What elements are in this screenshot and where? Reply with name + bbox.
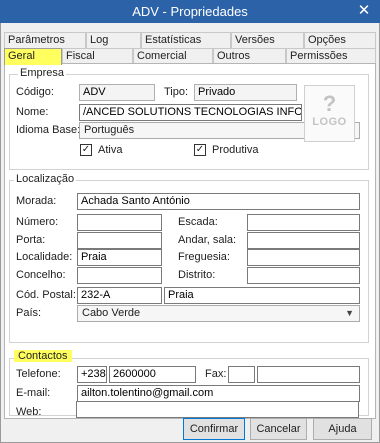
web-field[interactable] [76,401,359,418]
confirmar-button[interactable]: Confirmar [183,418,245,440]
escada-label: Escada: [178,216,218,228]
email-field[interactable]: ailton.tolentino@gmail.com [77,385,360,402]
tab-fiscal[interactable]: Fiscal [62,48,133,64]
tab-outros[interactable]: Outros [213,48,286,64]
andar-label: Andar, sala: [178,234,237,246]
freguesia-field[interactable] [247,249,360,266]
question-mark-icon: ? [322,91,337,116]
porta-field[interactable] [77,232,162,249]
ajuda-button[interactable]: Ajuda [313,418,372,440]
fax-label: Fax: [205,368,227,380]
localidade-field[interactable]: Praia [77,249,162,266]
pais-value: Cabo Verde [82,307,141,319]
produtiva-checkbox[interactable]: ✓ [194,144,206,156]
escada-field[interactable] [247,214,360,231]
cod-postal-locality-field[interactable]: Praia [164,287,360,304]
numero-field[interactable] [77,214,162,231]
tab-parametros[interactable]: Parâmetros [4,32,86,48]
pais-select[interactable]: Cabo Verde ▼ [77,305,360,322]
idioma-label: Idioma Base: [16,124,81,136]
window-title: ADV - Propriedades [132,4,248,19]
telefone-prefix-field[interactable]: +238 [77,366,107,383]
localidade-label: Localidade: [16,251,73,263]
web-label: Web: [16,406,42,418]
idioma-value: Português [84,124,135,136]
telefone-field[interactable]: 2600000 [109,366,196,383]
empresa-legend: Empresa [18,67,67,79]
concelho-field[interactable] [77,267,162,284]
logo-text: LOGO [312,116,347,128]
tipo-label: Tipo: [164,86,189,98]
title-bar: ADV - Propriedades ✕ [0,0,380,23]
ativa-checkbox[interactable]: ✓ [80,144,92,156]
localizacao-legend: Localização [14,173,77,185]
distrito-field[interactable] [247,267,360,284]
chevron-down-icon: ▼ [345,308,354,318]
email-label: E-mail: [16,387,51,399]
fax-prefix-field[interactable] [228,366,255,383]
tab-versoes[interactable]: Versões [231,32,304,48]
nome-label: Nome: [16,106,49,118]
tab-log[interactable]: Log [86,32,141,48]
close-button[interactable]: ✕ [348,0,380,23]
cod-postal-field[interactable]: 232-A [77,287,162,304]
concelho-label: Concelho: [16,269,66,281]
tab-comercial[interactable]: Comercial [133,48,213,64]
produtiva-label: Produtiva [212,144,259,156]
pais-label: País: [16,307,42,319]
tipo-field[interactable]: Privado [194,84,297,101]
tab-permissoes[interactable]: Permissões [286,48,376,64]
cod-postal-label: Cód. Postal: [16,289,76,301]
telefone-label: Telefone: [16,368,61,380]
tab-estatisticas[interactable]: Estatísticas [141,32,231,48]
properties-dialog: Parâmetros Log Estatísticas Versões Opçõ… [0,23,380,443]
fax-field[interactable] [257,366,360,383]
andar-field[interactable] [247,232,360,249]
freguesia-label: Freguesia: [178,251,230,263]
distrito-label: Distrito: [178,269,216,281]
cancelar-button[interactable]: Cancelar [250,418,307,440]
logo-placeholder[interactable]: ? LOGO [304,85,355,142]
contactos-legend: Contactos [14,350,72,362]
codigo-field[interactable]: ADV [79,84,155,101]
nome-field[interactable]: /ANCED SOLUTIONS TECNOLOGIAS INFORMAÇÃO … [79,104,302,121]
morada-label: Morada: [16,195,57,207]
numero-label: Número: [16,216,59,228]
tab-geral[interactable]: Geral [4,48,62,65]
tab-opcoes[interactable]: Opções [304,32,376,48]
morada-field[interactable]: Achada Santo António [77,193,360,210]
codigo-label: Código: [16,86,54,98]
porta-label: Porta: [16,234,46,246]
ativa-label: Ativa [98,144,123,156]
